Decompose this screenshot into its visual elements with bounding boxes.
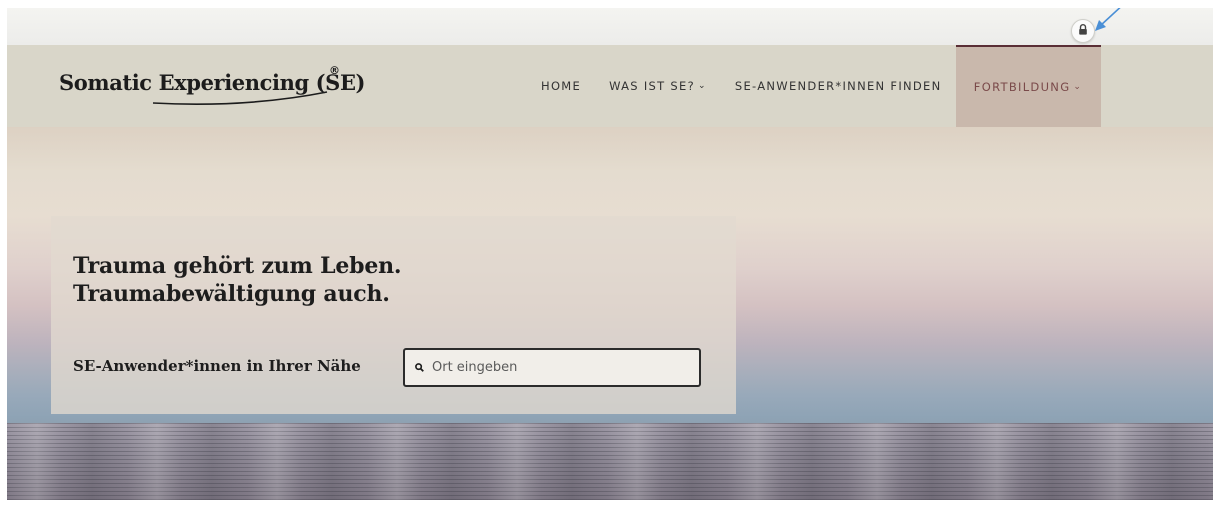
nav-item-was-ist-se[interactable]: WAS IST SE? ⌄ (595, 45, 721, 127)
hero-headline: Trauma gehört zum Leben. Traumabewältigu… (73, 252, 402, 308)
nav-item-label: FORTBILDUNG (973, 80, 1071, 94)
find-practitioner-label: SE-Anwender*innen in Ihrer Nähe (73, 357, 361, 375)
lock-icon (1078, 22, 1088, 40)
nav-item-label: SE-ANWENDER*INNEN FINDEN (734, 79, 942, 93)
nav-item-home[interactable]: HOME (527, 45, 595, 127)
utility-bar (7, 8, 1213, 46)
nav-item-label: WAS IST SE? (609, 79, 695, 93)
registered-mark: ® (329, 64, 340, 77)
annotation-arrow (1095, 8, 1121, 31)
nav-item-anwender-finden[interactable]: SE-ANWENDER*INNEN FINDEN (721, 45, 956, 127)
chevron-down-icon: ⌄ (698, 81, 707, 91)
sea-background (7, 423, 1213, 500)
main-menu: HOME WAS IST SE? ⌄ SE-ANWENDER*INNEN FIN… (527, 45, 1101, 127)
nav-item-label: HOME (541, 79, 582, 93)
main-navbar: Somatic Experiencing (SE) ® HOME WAS IST… (7, 45, 1213, 127)
logo-swoosh-icon (152, 91, 328, 105)
hero-panel: Trauma gehört zum Leben. Traumabewältigu… (51, 216, 736, 414)
site-logo[interactable]: Somatic Experiencing (SE) ® (59, 64, 365, 114)
hero-banner: Trauma gehört zum Leben. Traumabewältigu… (7, 127, 1213, 500)
location-search-box[interactable] (403, 348, 701, 387)
nav-item-fortbildung[interactable]: FORTBILDUNG ⌄ (955, 45, 1101, 127)
chevron-down-icon: ⌄ (1073, 82, 1083, 92)
headline-line-1: Trauma gehört zum Leben. (73, 253, 402, 279)
location-search-input[interactable] (430, 359, 674, 376)
search-icon (415, 363, 424, 372)
browser-viewport: Somatic Experiencing (SE) ® HOME WAS IST… (7, 8, 1213, 500)
headline-line-2: Traumabewältigung auch. (73, 281, 390, 307)
